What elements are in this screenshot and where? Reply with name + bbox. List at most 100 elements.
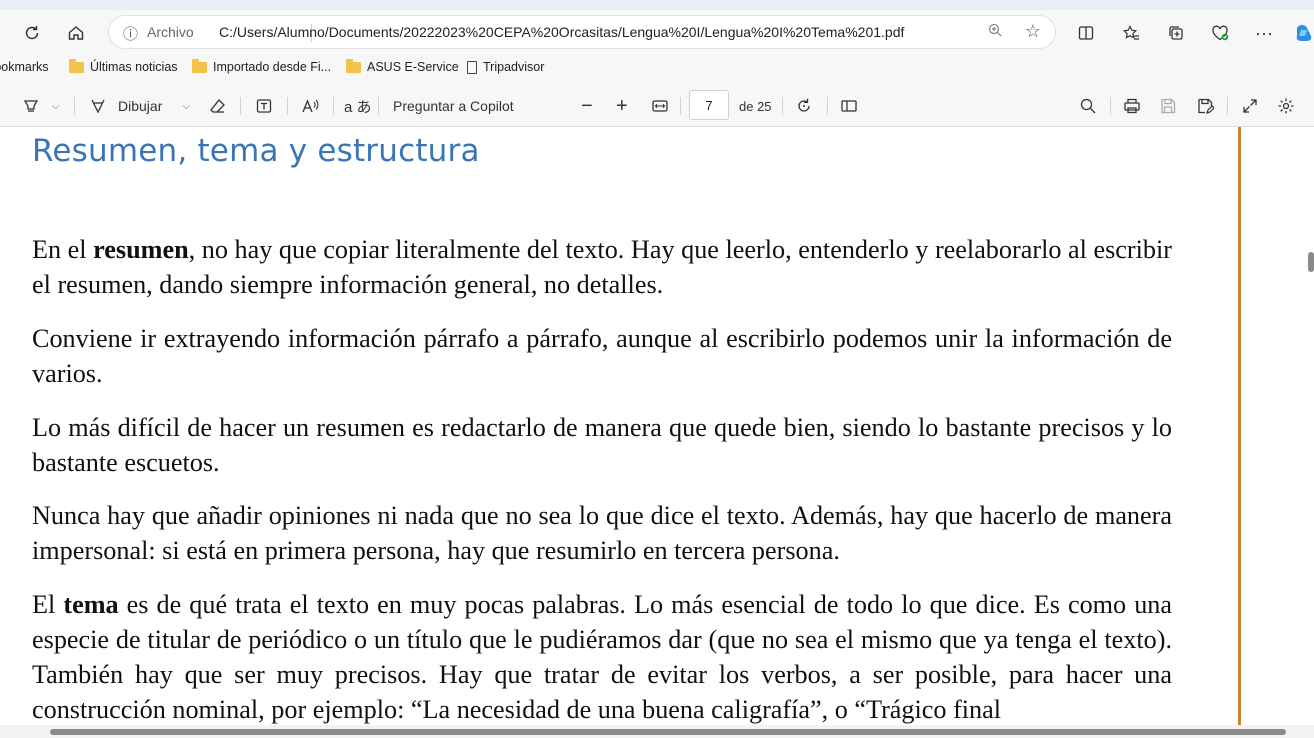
folder-icon [69,58,84,73]
current-page: 7 [705,97,713,113]
minus-icon: − [581,94,593,117]
page-icon [467,60,477,74]
site-label: Archivo [147,24,194,40]
bookmark-item[interactable]: Tripadvisor [467,60,544,74]
plus-icon: + [616,94,628,117]
navigation-bar: ⓘ Archivo C:/Users/Alumno/Documents/2022… [0,10,1314,55]
paragraph-tema: El tema es de qué trata el texto en muy … [32,587,1172,725]
draw-icon [91,99,105,114]
folder-icon [346,58,361,73]
total-pages: de 25 [739,95,772,117]
draw-button[interactable]: Dibujar ⌵ [89,95,190,117]
text-run: En el [32,235,94,264]
browser-essentials-button[interactable] [1208,21,1232,45]
pdf-document-view[interactable]: Resumen, tema y estructura En el resumen… [0,127,1314,725]
bold-term: tema [63,590,119,619]
bookmark-label: Últimas noticias [90,60,178,74]
bookmark-item[interactable]: Importado desde Fi... [192,58,331,74]
save-as-button[interactable] [1196,95,1214,117]
horizontal-scrollbar-thumb[interactable] [50,729,1286,735]
split-screen-button[interactable] [1074,21,1098,45]
toolbar-divider [782,97,783,115]
fit-width-icon [652,100,668,112]
fit-width-button[interactable] [651,95,669,117]
text-run: El [32,590,64,619]
paragraph-opiniones: Nunca hay que añadir opiniones ni nada q… [32,501,1172,565]
zoom-icon[interactable] [987,22,1003,43]
home-button[interactable] [64,21,88,45]
info-icon[interactable]: ⓘ [123,23,138,44]
chevron-down-icon[interactable]: ⌵ [182,101,190,112]
page-heading: Resumen, tema y estructura [32,133,480,169]
collections-icon [1169,26,1183,40]
bookmark-item[interactable]: Bookmarks [0,60,49,74]
save-as-icon [1198,98,1214,114]
paragraph-resumen: En el resumen, no hay que copiar literal… [32,232,1172,302]
horizontal-scrollbar[interactable] [0,725,1314,738]
zoom-in-button[interactable]: + [616,95,628,117]
favorites-icon [1122,25,1139,40]
page-number-input[interactable]: 7 [689,90,729,120]
folder-icon [192,58,207,73]
settings-button[interactable] [1277,95,1295,117]
rotate-button[interactable] [795,95,813,117]
bold-term: resumen [93,235,189,264]
save-button[interactable] [1159,95,1177,117]
highlighter-icon [23,100,39,112]
page-view-button[interactable] [840,95,858,117]
read-aloud-icon [302,99,319,113]
add-text-button[interactable] [255,95,273,117]
url-text[interactable]: C:/Users/Alumno/Documents/20222023%20CEP… [219,24,904,40]
search-icon [1080,98,1096,114]
more-options-button[interactable]: ··· [1252,21,1276,45]
pdf-toolbar: ⌵ Dibujar ⌵ a あ Preguntar a Copilot − + … [0,86,1314,127]
ask-copilot-button[interactable]: Preguntar a Copilot [393,95,514,117]
draw-label: Dibujar [118,98,163,114]
heart-pulse-icon [1212,25,1229,41]
fullscreen-button[interactable] [1241,95,1259,117]
split-screen-icon [1078,26,1094,40]
paragraph-dificil: Lo más difícil de hacer un resumen es re… [32,413,1172,477]
collections-button[interactable] [1164,21,1188,45]
erase-button[interactable] [209,95,227,117]
text-box-icon [256,99,272,113]
bookmark-label: ASUS E-Service [367,60,459,74]
gear-icon [1278,98,1294,114]
toolbar-divider [333,97,334,115]
rotate-icon [798,98,810,112]
copilot-label: Preguntar a Copilot [393,98,514,114]
copilot-button[interactable] [1292,21,1314,45]
print-button[interactable] [1123,95,1141,117]
toolbar-divider [1110,97,1111,115]
read-aloud-button[interactable] [301,95,319,117]
page-view-icon [841,100,857,112]
bookmark-label: Tripadvisor [483,60,545,74]
page-margin [1241,127,1314,725]
home-icon [68,26,84,40]
bookmark-label: Bookmarks [0,60,49,74]
translate-icon: a あ [344,98,372,116]
favorite-star-icon[interactable]: ☆ [1025,21,1041,42]
total-pages-label: de 25 [739,98,772,114]
bookmark-item[interactable]: Últimas noticias [69,58,178,74]
refresh-button[interactable] [20,21,44,45]
translate-button[interactable]: a あ [344,95,372,117]
text-run: , no hay que copiar literalmente del tex… [32,235,1172,299]
bookmarks-bar: Bookmarks Últimas noticias Importado des… [0,55,1314,81]
address-bar[interactable]: ⓘ Archivo C:/Users/Alumno/Documents/2022… [108,15,1056,49]
toolbar-divider [827,97,828,115]
toolbar-divider [74,97,75,115]
highlight-button[interactable]: ⌵ [22,95,60,117]
vertical-scrollbar-thumb[interactable] [1308,252,1314,272]
chevron-down-icon[interactable]: ⌵ [52,101,60,112]
toolbar-divider [680,97,681,115]
zoom-out-button[interactable]: − [581,95,593,117]
copilot-icon [1296,25,1312,41]
toolbar-divider [378,97,379,115]
favorites-button[interactable] [1119,21,1143,45]
bookmark-item[interactable]: ASUS E-Service [346,58,459,74]
tab-strip [0,0,1314,10]
search-button[interactable] [1079,95,1097,117]
text-run: es de qué trata el texto en muy pocas pa… [32,590,1172,724]
toolbar-divider [240,97,241,115]
